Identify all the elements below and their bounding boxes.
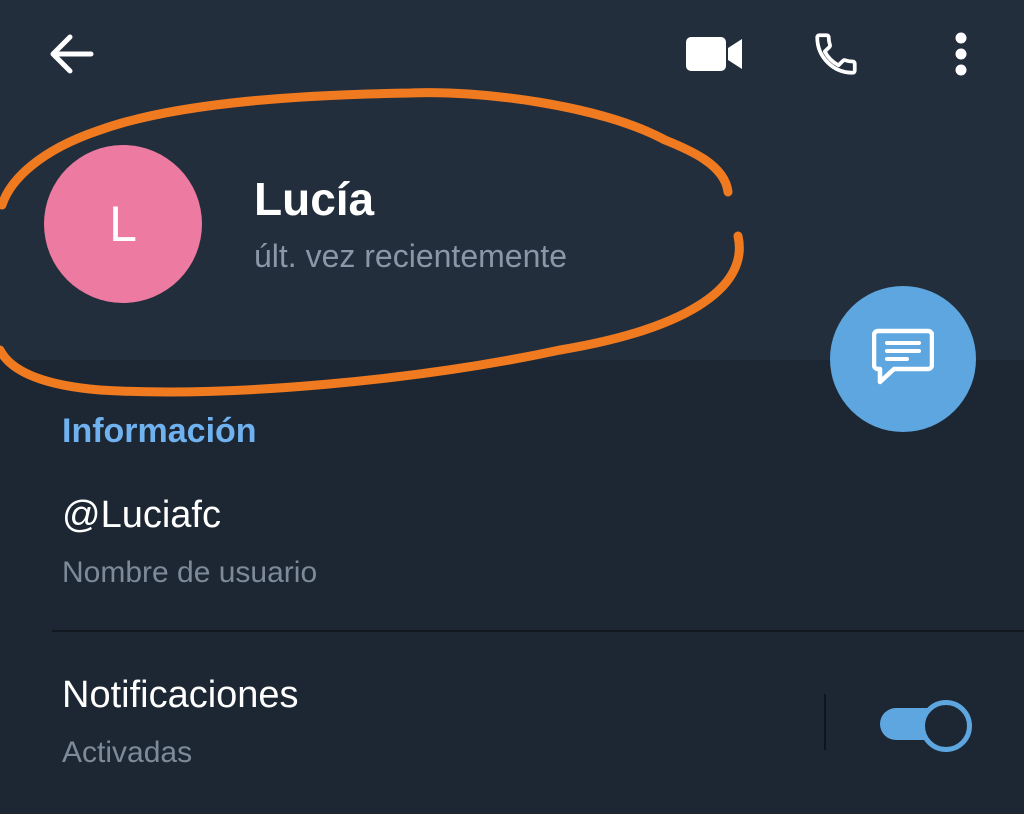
avatar-initial: L	[109, 196, 137, 252]
more-options-button[interactable]	[936, 24, 986, 88]
message-icon	[871, 327, 935, 392]
last-seen-status: últ. vez recientemente	[254, 238, 568, 274]
notifications-label[interactable]: Notificaciones	[62, 674, 299, 717]
notifications-toggle[interactable]	[878, 698, 972, 752]
notifications-status: Activadas	[62, 736, 193, 769]
video-call-button[interactable]	[676, 26, 752, 86]
phone-icon	[811, 29, 861, 84]
send-message-button[interactable]	[830, 286, 976, 432]
info-section-title: Información	[62, 412, 257, 450]
avatar[interactable]: L	[44, 145, 202, 303]
profile-name: Lucía	[254, 173, 375, 225]
divider	[52, 630, 1024, 632]
video-camera-icon	[685, 36, 743, 77]
username-value[interactable]: @Luciafc	[62, 494, 221, 537]
toggle-knob	[920, 700, 972, 752]
username-caption: Nombre de usuario	[62, 556, 318, 589]
more-vertical-icon	[954, 32, 968, 81]
back-button[interactable]	[40, 26, 104, 86]
vertical-divider	[824, 694, 826, 750]
arrow-left-icon	[49, 34, 95, 79]
voice-call-button[interactable]	[800, 22, 872, 90]
